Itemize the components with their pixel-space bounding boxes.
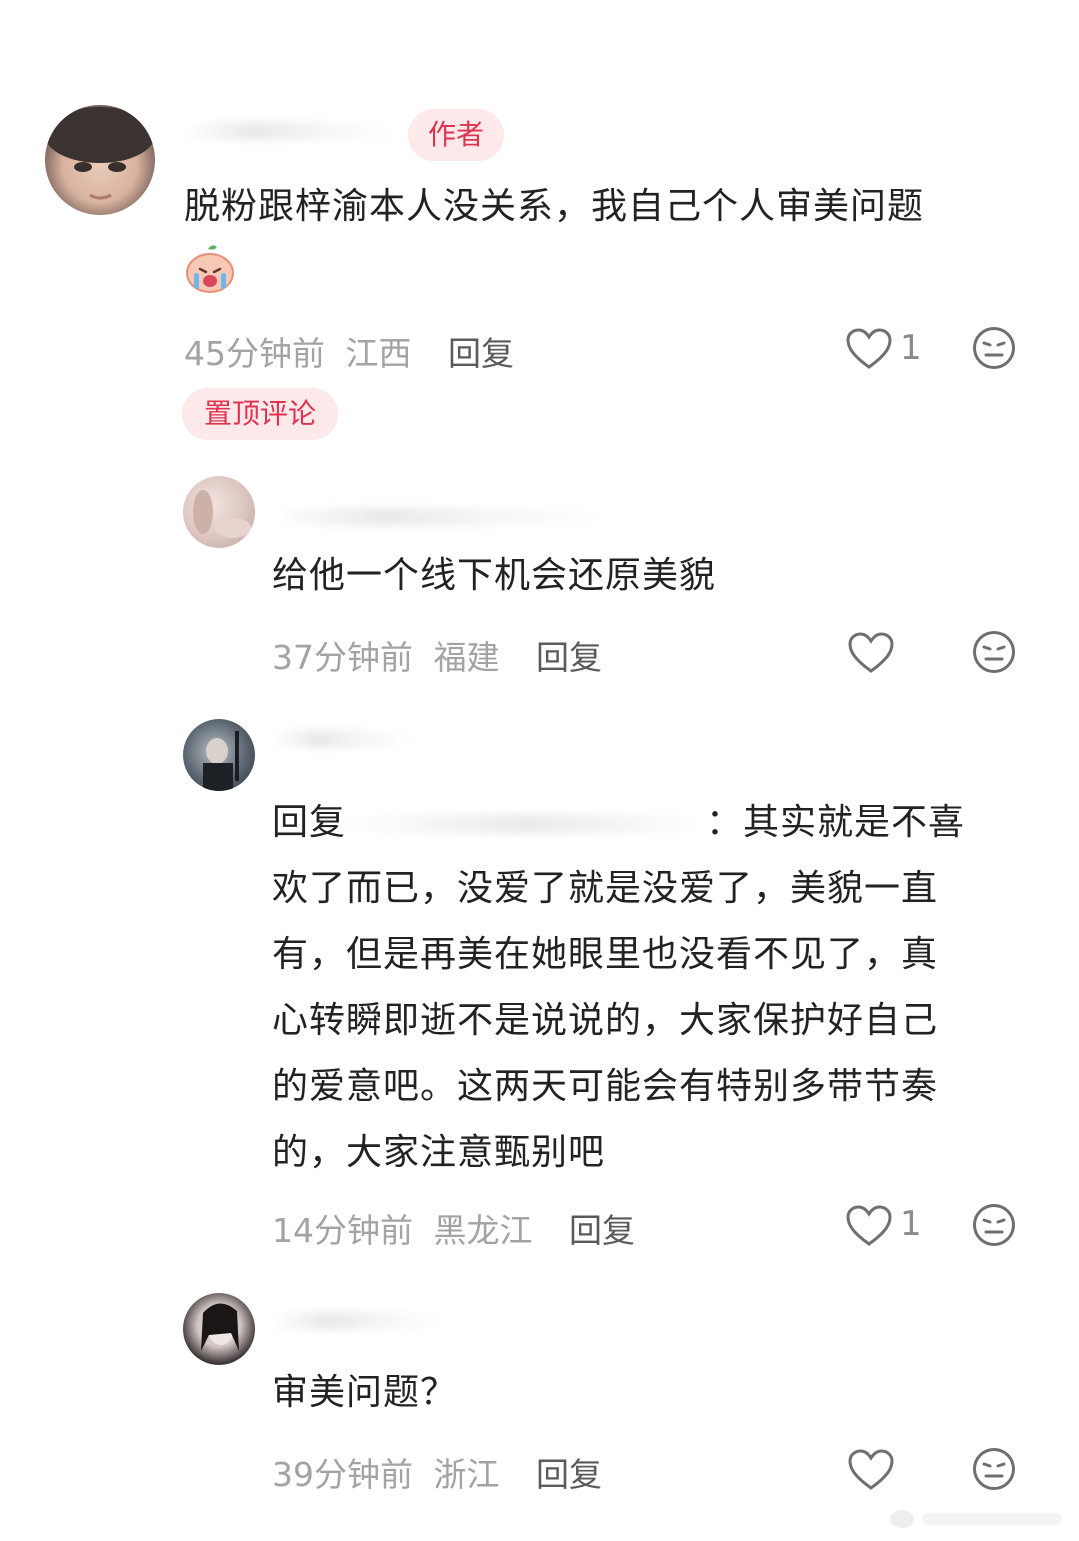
heart-outline-icon[interactable] xyxy=(846,1205,892,1247)
comment-text: 审美问题？ xyxy=(272,1372,458,1413)
neutral-face-icon[interactable] xyxy=(972,630,1016,674)
comment-meta: 14分钟前 黑龙江 回复 xyxy=(272,1204,635,1252)
comment-meta: 45分钟前 江西 回复 xyxy=(184,327,514,375)
avatar-user[interactable] xyxy=(183,476,255,548)
comment-location: 江西 xyxy=(345,334,412,373)
like-count: 1 xyxy=(900,1204,922,1244)
username-blurred[interactable] xyxy=(272,508,602,526)
reply-prefix: 回复 xyxy=(272,802,347,843)
comment-time: 39分钟前 xyxy=(272,1455,413,1494)
comment-text: 回复 ：其实就是不喜 欢了而已，没爱了就是没爱了，美貌一直 有，但是再美在她眼里也… xyxy=(272,790,1062,1186)
username-blurred[interactable] xyxy=(346,814,707,834)
avatar-author[interactable] xyxy=(45,105,155,215)
heart-outline-icon[interactable] xyxy=(848,632,894,674)
comment-line: 回复 ：其实就是不喜 xyxy=(272,790,1062,856)
reply-button[interactable]: 回复 xyxy=(536,638,602,677)
comment-meta: 39分钟前 浙江 回复 xyxy=(272,1448,602,1496)
comment-meta: 37分钟前 福建 回复 xyxy=(272,631,602,679)
comment-line: 心转瞬即逝不是说说的，大家保护好自己 xyxy=(272,1000,939,1041)
comment-time: 37分钟前 xyxy=(272,638,413,677)
neutral-face-icon[interactable] xyxy=(972,1203,1016,1247)
comment-time: 45分钟前 xyxy=(184,334,325,373)
pinned-badge: 置顶评论 xyxy=(182,388,338,440)
comment-line: 有，但是再美在她眼里也没看不见了，真 xyxy=(272,934,939,975)
avatar-user[interactable] xyxy=(183,1293,255,1365)
neutral-face-icon[interactable] xyxy=(972,1447,1016,1491)
username-blurred[interactable] xyxy=(272,1312,442,1330)
author-badge: 作者 xyxy=(408,109,504,161)
watermark-logo xyxy=(888,1505,1068,1531)
heart-outline-icon[interactable] xyxy=(846,328,892,370)
username-blurred[interactable] xyxy=(272,730,412,748)
comment-line: 的，大家注意甄别吧 xyxy=(272,1132,606,1173)
comment-text: 脱粉跟梓渝本人没关系，我自己个人审美问题 xyxy=(184,186,925,227)
comment-line: 的爱意吧。这两天可能会有特别多带节奏 xyxy=(272,1066,939,1107)
reply-button[interactable]: 回复 xyxy=(448,334,514,373)
comment-location: 黑龙江 xyxy=(433,1211,533,1250)
comment-line: 欢了而已，没爱了就是没爱了，美貌一直 xyxy=(272,868,939,909)
comment-location: 福建 xyxy=(433,638,500,677)
reply-button[interactable]: 回复 xyxy=(569,1211,635,1250)
heart-outline-icon[interactable] xyxy=(848,1449,894,1491)
comment-location: 浙江 xyxy=(433,1455,500,1494)
comment-text: 给他一个线下机会还原美貌 xyxy=(272,555,717,596)
like-count: 1 xyxy=(900,328,922,368)
comment-line-text: ：其实就是不喜 xyxy=(706,802,966,843)
comment-time: 14分钟前 xyxy=(272,1211,413,1250)
crying-peach-emoji-icon xyxy=(184,243,236,293)
reply-button[interactable]: 回复 xyxy=(536,1455,602,1494)
neutral-face-icon[interactable] xyxy=(972,326,1016,370)
avatar-user[interactable] xyxy=(183,719,255,791)
username-blurred[interactable] xyxy=(185,122,395,140)
